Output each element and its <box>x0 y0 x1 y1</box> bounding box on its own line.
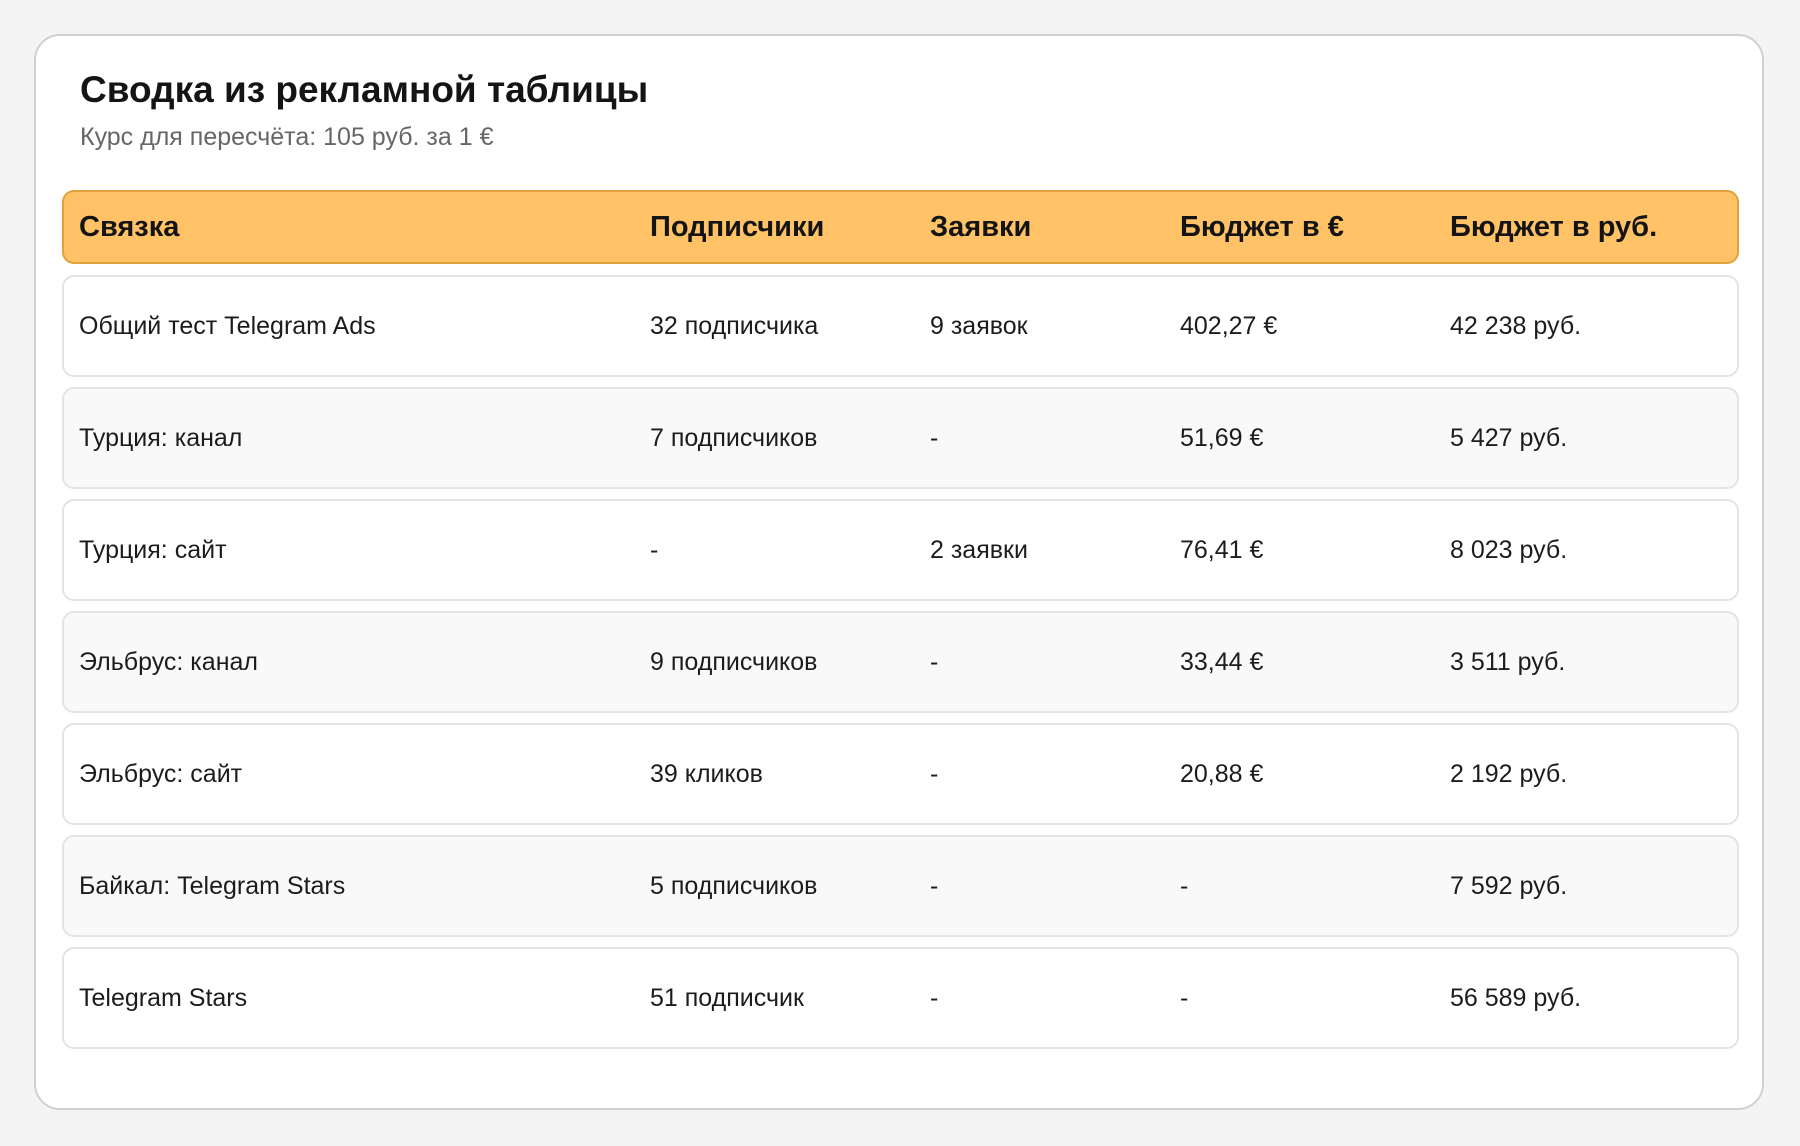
cell-budget-eur: 402,27 € <box>1180 311 1278 340</box>
cell-subscribers: - <box>650 535 659 564</box>
table-row: Эльбрус: канал 9 подписчиков - 33,44 € 3… <box>62 611 1739 713</box>
cell-subscribers: 5 подписчиков <box>650 871 818 900</box>
cell-requests: - <box>930 983 939 1012</box>
cell-bundle: Эльбрус: канал <box>79 647 258 676</box>
column-header-budget-eur: Бюджет в € <box>1180 210 1344 243</box>
column-header-budget-rub: Бюджет в руб. <box>1450 210 1658 243</box>
cell-budget-rub: 5 427 руб. <box>1450 423 1568 452</box>
table-row: Эльбрус: сайт 39 кликов - 20,88 € 2 192 … <box>62 723 1739 825</box>
cell-requests: - <box>930 423 939 452</box>
cell-budget-eur: - <box>1180 871 1189 900</box>
page-title: Сводка из рекламной таблицы <box>80 69 649 110</box>
cell-budget-eur: - <box>1180 983 1189 1012</box>
cell-budget-rub: 7 592 руб. <box>1450 871 1568 900</box>
ads-summary-table: Связка Подписчики Заявки Бюджет в € Бюдж… <box>62 190 1739 1059</box>
cell-requests: 2 заявки <box>930 535 1028 564</box>
cell-bundle: Турция: сайт <box>79 535 227 564</box>
table-row: Турция: сайт - 2 заявки 76,41 € 8 023 ру… <box>62 499 1739 601</box>
table-row: Байкал: Telegram Stars 5 подписчиков - -… <box>62 835 1739 937</box>
cell-requests: - <box>930 871 939 900</box>
table-row: Турция: канал 7 подписчиков - 51,69 € 5 … <box>62 387 1739 489</box>
cell-budget-rub: 3 511 руб. <box>1450 647 1566 676</box>
column-header-bundle: Связка <box>79 210 180 243</box>
cell-budget-eur: 76,41 € <box>1180 535 1264 564</box>
table-header: Связка Подписчики Заявки Бюджет в € Бюдж… <box>62 190 1739 264</box>
cell-bundle: Турция: канал <box>79 423 243 452</box>
cell-subscribers: 39 кликов <box>650 759 763 788</box>
summary-card: Сводка из рекламной таблицы Курс для пер… <box>34 34 1764 1110</box>
cell-budget-eur: 33,44 € <box>1180 647 1264 676</box>
cell-subscribers: 9 подписчиков <box>650 647 818 676</box>
cell-subscribers: 7 подписчиков <box>650 423 818 452</box>
cell-budget-rub: 56 589 руб. <box>1450 983 1582 1012</box>
cell-requests: 9 заявок <box>930 311 1028 340</box>
cell-subscribers: 32 подписчика <box>650 311 819 340</box>
table-body: Общий тест Telegram Ads 32 подписчика 9 … <box>62 275 1739 1049</box>
cell-budget-rub: 2 192 руб. <box>1450 759 1568 788</box>
cell-budget-eur: 20,88 € <box>1180 759 1264 788</box>
cell-bundle: Байкал: Telegram Stars <box>79 871 346 900</box>
cell-budget-eur: 51,69 € <box>1180 423 1264 452</box>
column-header-subscribers: Подписчики <box>650 210 825 243</box>
cell-bundle: Telegram Stars <box>79 983 248 1012</box>
cell-bundle: Эльбрус: сайт <box>79 759 243 788</box>
cell-requests: - <box>930 759 939 788</box>
table-row: Общий тест Telegram Ads 32 подписчика 9 … <box>62 275 1739 377</box>
cell-budget-rub: 8 023 руб. <box>1450 535 1568 564</box>
cell-subscribers: 51 подписчик <box>650 983 804 1012</box>
cell-requests: - <box>930 647 939 676</box>
cell-bundle: Общий тест Telegram Ads <box>79 311 376 340</box>
cell-budget-rub: 42 238 руб. <box>1450 311 1582 340</box>
table-row: Telegram Stars 51 подписчик - - 56 589 р… <box>62 947 1739 1049</box>
exchange-rate-note: Курс для пересчёта: 105 руб. за 1 € <box>80 123 494 151</box>
column-header-requests: Заявки <box>930 210 1032 243</box>
